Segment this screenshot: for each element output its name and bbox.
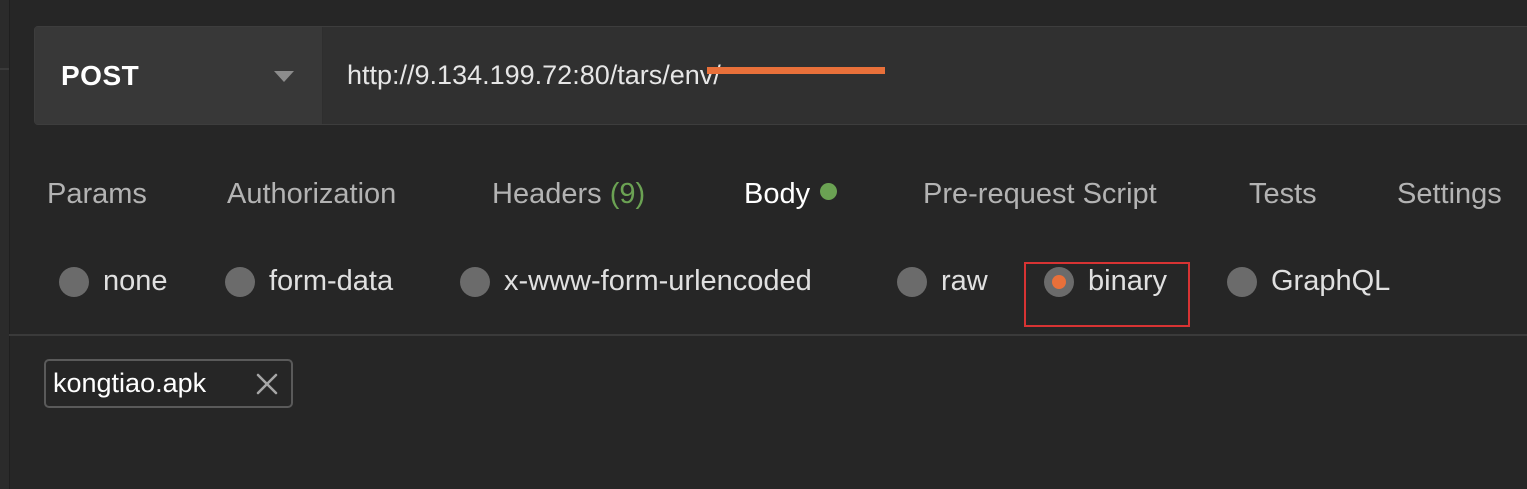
tab-label: Params bbox=[47, 178, 147, 210]
tab-label: Headers bbox=[492, 178, 602, 210]
radio-label: raw bbox=[941, 265, 988, 297]
url-input[interactable]: http://9.134.199.72:80/tars/env/ bbox=[323, 27, 1527, 124]
radio-circle-icon bbox=[225, 266, 255, 297]
tab-params[interactable]: Params bbox=[47, 178, 147, 211]
tab-headers[interactable]: Headers (9) bbox=[492, 178, 645, 211]
tab-body[interactable]: Body bbox=[744, 178, 838, 211]
active-tab-underline bbox=[707, 67, 885, 74]
tab-authorization[interactable]: Authorization bbox=[227, 178, 396, 211]
radio-circle-icon bbox=[59, 266, 89, 297]
body-type-selector: none form-data x-www-form-urlencoded raw… bbox=[0, 255, 1527, 315]
close-icon[interactable] bbox=[256, 373, 278, 395]
method-label: POST bbox=[61, 59, 140, 91]
radio-none[interactable]: none bbox=[59, 265, 168, 298]
radio-raw[interactable]: raw bbox=[897, 265, 988, 298]
tab-pre-request-script[interactable]: Pre-request Script bbox=[923, 178, 1157, 211]
radio-circle-icon bbox=[897, 266, 927, 297]
request-editor: POST http://9.134.199.72:80/tars/env/ Pa… bbox=[0, 0, 1527, 489]
request-bar: POST http://9.134.199.72:80/tars/env/ bbox=[34, 26, 1527, 125]
section-divider bbox=[9, 334, 1527, 336]
radio-form-data[interactable]: form-data bbox=[225, 265, 393, 298]
radio-x-www-form-urlencoded[interactable]: x-www-form-urlencoded bbox=[460, 265, 812, 298]
panel-divider-notch bbox=[0, 68, 9, 70]
method-dropdown[interactable]: POST bbox=[35, 27, 323, 124]
tab-settings[interactable]: Settings bbox=[1397, 178, 1502, 211]
tab-label: Authorization bbox=[227, 178, 397, 210]
radio-circle-icon bbox=[1227, 266, 1257, 297]
tab-label: Pre-request Script bbox=[923, 178, 1157, 210]
radio-label: form-data bbox=[269, 265, 394, 297]
radio-circle-icon bbox=[460, 266, 490, 297]
tab-label: Body bbox=[744, 178, 811, 210]
binary-highlight-box bbox=[1024, 262, 1190, 327]
selected-file-chip: kongtiao.apk bbox=[44, 359, 293, 408]
tab-tests[interactable]: Tests bbox=[1249, 178, 1317, 211]
radio-graphql[interactable]: GraphQL bbox=[1227, 265, 1390, 298]
request-tabs: Params Authorization Headers (9) Body Pr… bbox=[0, 160, 1527, 235]
body-indicator-dot bbox=[820, 183, 838, 200]
tab-label: Tests bbox=[1249, 178, 1317, 210]
radio-label: x-www-form-urlencoded bbox=[504, 265, 812, 297]
radio-label: none bbox=[103, 265, 168, 297]
headers-count-badge: (9) bbox=[609, 178, 646, 210]
tab-label: Settings bbox=[1397, 178, 1502, 210]
left-panel-edge bbox=[0, 0, 10, 489]
file-name: kongtiao.apk bbox=[53, 368, 207, 398]
radio-label: GraphQL bbox=[1271, 265, 1391, 297]
chevron-down-icon bbox=[274, 71, 294, 82]
